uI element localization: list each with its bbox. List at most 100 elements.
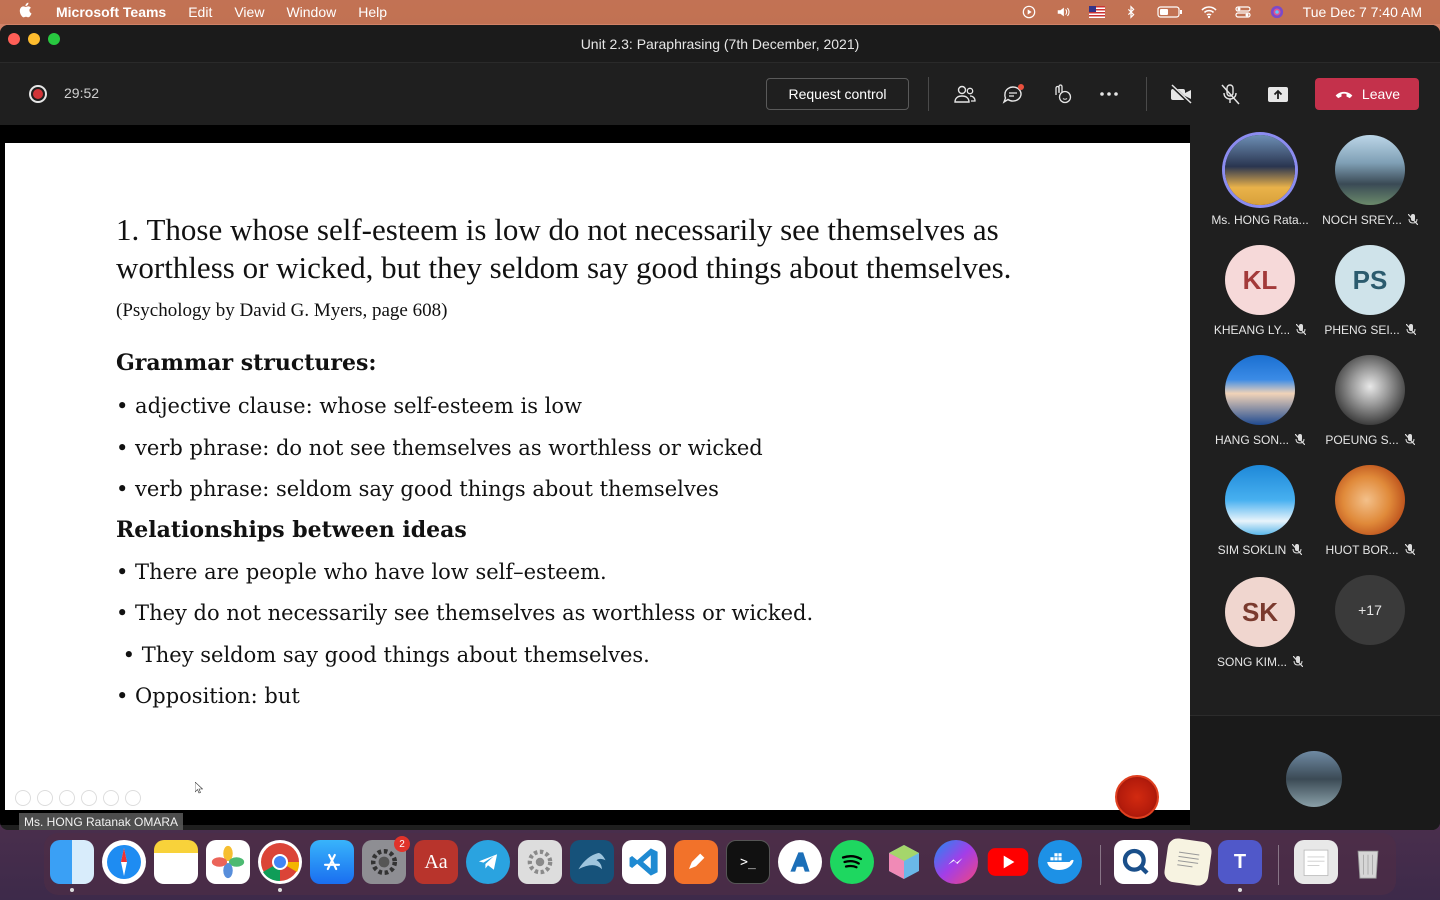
settings-gear-icon[interactable] bbox=[518, 840, 562, 884]
share-screen-icon[interactable] bbox=[1265, 82, 1291, 106]
mac-menubar: Microsoft Teams Edit View Window Help Tu… bbox=[0, 0, 1440, 24]
wifi-icon[interactable] bbox=[1201, 5, 1217, 19]
participants-gallery: Ms. HONG Rata... NOCH SREY... KL KHEANG … bbox=[1190, 125, 1440, 830]
slide-tool-button[interactable] bbox=[59, 790, 75, 806]
leave-button[interactable]: Leave bbox=[1315, 78, 1419, 110]
app-store-icon[interactable] bbox=[310, 840, 354, 884]
dictionary-icon[interactable]: Aa bbox=[414, 840, 458, 884]
play-icon[interactable] bbox=[1021, 5, 1037, 19]
chrome-icon[interactable] bbox=[258, 840, 302, 884]
minimize-window-button[interactable] bbox=[28, 33, 40, 45]
more-options-icon[interactable] bbox=[1096, 82, 1122, 106]
participant-name: HUOT BOR... bbox=[1325, 543, 1399, 557]
slide-tool-button[interactable] bbox=[81, 790, 97, 806]
reactions-icon[interactable] bbox=[1048, 82, 1074, 106]
phone-hangup-icon bbox=[1335, 91, 1353, 99]
participant-tile[interactable]: HUOT BOR... bbox=[1310, 455, 1430, 565]
azure-data-studio-icon[interactable] bbox=[778, 840, 822, 884]
participant-tile[interactable]: Ms. HONG Rata... bbox=[1200, 125, 1320, 235]
photos-icon[interactable] bbox=[206, 840, 250, 884]
participant-name: HANG SON... bbox=[1214, 433, 1289, 447]
textedit-icon[interactable] bbox=[1163, 837, 1213, 887]
trash-icon[interactable] bbox=[1346, 840, 1390, 884]
teams-icon[interactable]: T bbox=[1218, 840, 1262, 884]
messenger-icon[interactable] bbox=[934, 840, 978, 884]
meeting-toolbar: 29:52 Request control Leave bbox=[0, 64, 1440, 124]
participant-tile[interactable]: HANG SON... bbox=[1200, 345, 1320, 455]
slide-bullet: • adjective clause: whose self-esteem is… bbox=[116, 394, 582, 418]
slide-tool-button[interactable] bbox=[37, 790, 53, 806]
bluetooth-icon[interactable] bbox=[1123, 5, 1139, 19]
slide-tool-button[interactable] bbox=[103, 790, 119, 806]
system-preferences-icon[interactable]: 2 bbox=[362, 836, 410, 884]
menubar-clock[interactable]: Tue Dec 7 7:40 AM bbox=[1303, 4, 1422, 20]
avatar bbox=[1225, 355, 1295, 425]
avatar bbox=[1225, 465, 1295, 535]
recording-badge bbox=[1115, 775, 1159, 819]
muted-icon bbox=[1405, 324, 1416, 335]
slide-heading-grammar: Grammar structures: bbox=[116, 350, 377, 376]
youtube-icon[interactable] bbox=[986, 840, 1030, 884]
volume-icon[interactable] bbox=[1055, 5, 1071, 19]
slide-bullet: • Opposition: but bbox=[116, 684, 300, 708]
mac-dock: 2 Aa >_ T bbox=[44, 833, 1396, 895]
notes-icon[interactable] bbox=[154, 840, 198, 884]
us-flag-icon[interactable] bbox=[1088, 5, 1105, 19]
finder-icon[interactable] bbox=[50, 840, 94, 884]
muted-icon bbox=[1404, 544, 1415, 555]
vscode-icon[interactable] bbox=[622, 840, 666, 884]
shared-screen: 1. Those whose self-esteem is low do not… bbox=[0, 125, 1190, 830]
self-avatar bbox=[1286, 751, 1342, 807]
apple-icon[interactable] bbox=[18, 2, 44, 22]
slide-tool-button[interactable] bbox=[15, 790, 31, 806]
spotify-icon[interactable] bbox=[830, 840, 874, 884]
dock-divider bbox=[1278, 845, 1279, 885]
pen-tool-icon[interactable] bbox=[674, 840, 718, 884]
menu-view[interactable]: View bbox=[234, 4, 264, 20]
self-view bbox=[1190, 715, 1440, 830]
siri-icon[interactable] bbox=[1269, 5, 1285, 19]
participant-name: PHENG SEI... bbox=[1324, 323, 1400, 337]
menu-app-name[interactable]: Microsoft Teams bbox=[56, 4, 166, 20]
quote-text: 1. Those whose self-esteem is low do not… bbox=[116, 212, 1012, 285]
quicktime-icon[interactable] bbox=[1114, 840, 1158, 884]
participant-tile[interactable]: NOCH SREY... bbox=[1310, 125, 1430, 235]
slide-toolbar bbox=[15, 790, 141, 806]
avatar bbox=[1225, 135, 1295, 205]
participant-tile[interactable]: SK SONG KIM... bbox=[1200, 567, 1320, 677]
participant-tile[interactable]: SIM SOKLIN bbox=[1200, 455, 1320, 565]
mysql-workbench-icon[interactable] bbox=[570, 840, 614, 884]
slide-bullet: • There are people who have low self–est… bbox=[116, 560, 607, 584]
more-participants-tile[interactable]: +17 bbox=[1310, 565, 1430, 675]
meeting-title: Unit 2.3: Paraphrasing (7th December, 20… bbox=[580, 35, 860, 52]
chat-icon[interactable] bbox=[1000, 82, 1026, 106]
mic-off-icon[interactable] bbox=[1217, 82, 1243, 106]
safari-icon[interactable] bbox=[102, 840, 146, 884]
terminal-icon[interactable]: >_ bbox=[726, 840, 770, 884]
close-window-button[interactable] bbox=[8, 33, 20, 45]
downloads-folder-icon[interactable] bbox=[1294, 840, 1338, 884]
participant-tile[interactable]: KL KHEANG LY... bbox=[1200, 235, 1320, 345]
menu-help[interactable]: Help bbox=[358, 4, 387, 20]
toolbar-divider bbox=[1146, 77, 1147, 111]
docker-icon[interactable] bbox=[1038, 840, 1082, 884]
participant-tile[interactable]: PS PHENG SEI... bbox=[1310, 235, 1430, 345]
notification-badge: 2 bbox=[394, 836, 410, 852]
request-control-button[interactable]: Request control bbox=[766, 78, 909, 110]
dock-divider bbox=[1100, 845, 1101, 885]
slide-bullet: • They do not necessarily see themselves… bbox=[116, 601, 814, 625]
camera-off-icon[interactable] bbox=[1168, 82, 1194, 106]
battery-icon[interactable] bbox=[1157, 5, 1183, 19]
zoom-window-button[interactable] bbox=[48, 33, 60, 45]
muted-icon bbox=[1404, 434, 1415, 445]
virtualbox-icon[interactable] bbox=[882, 840, 926, 884]
control-center-icon[interactable] bbox=[1235, 5, 1251, 19]
more-participants-count: +17 bbox=[1335, 575, 1405, 645]
menu-window[interactable]: Window bbox=[286, 4, 336, 20]
telegram-icon[interactable] bbox=[466, 840, 510, 884]
participant-tile[interactable]: POEUNG S... bbox=[1310, 345, 1430, 455]
running-indicator bbox=[1238, 888, 1242, 892]
participants-icon[interactable] bbox=[952, 82, 978, 106]
slide-tool-button[interactable] bbox=[125, 790, 141, 806]
menu-edit[interactable]: Edit bbox=[188, 4, 212, 20]
